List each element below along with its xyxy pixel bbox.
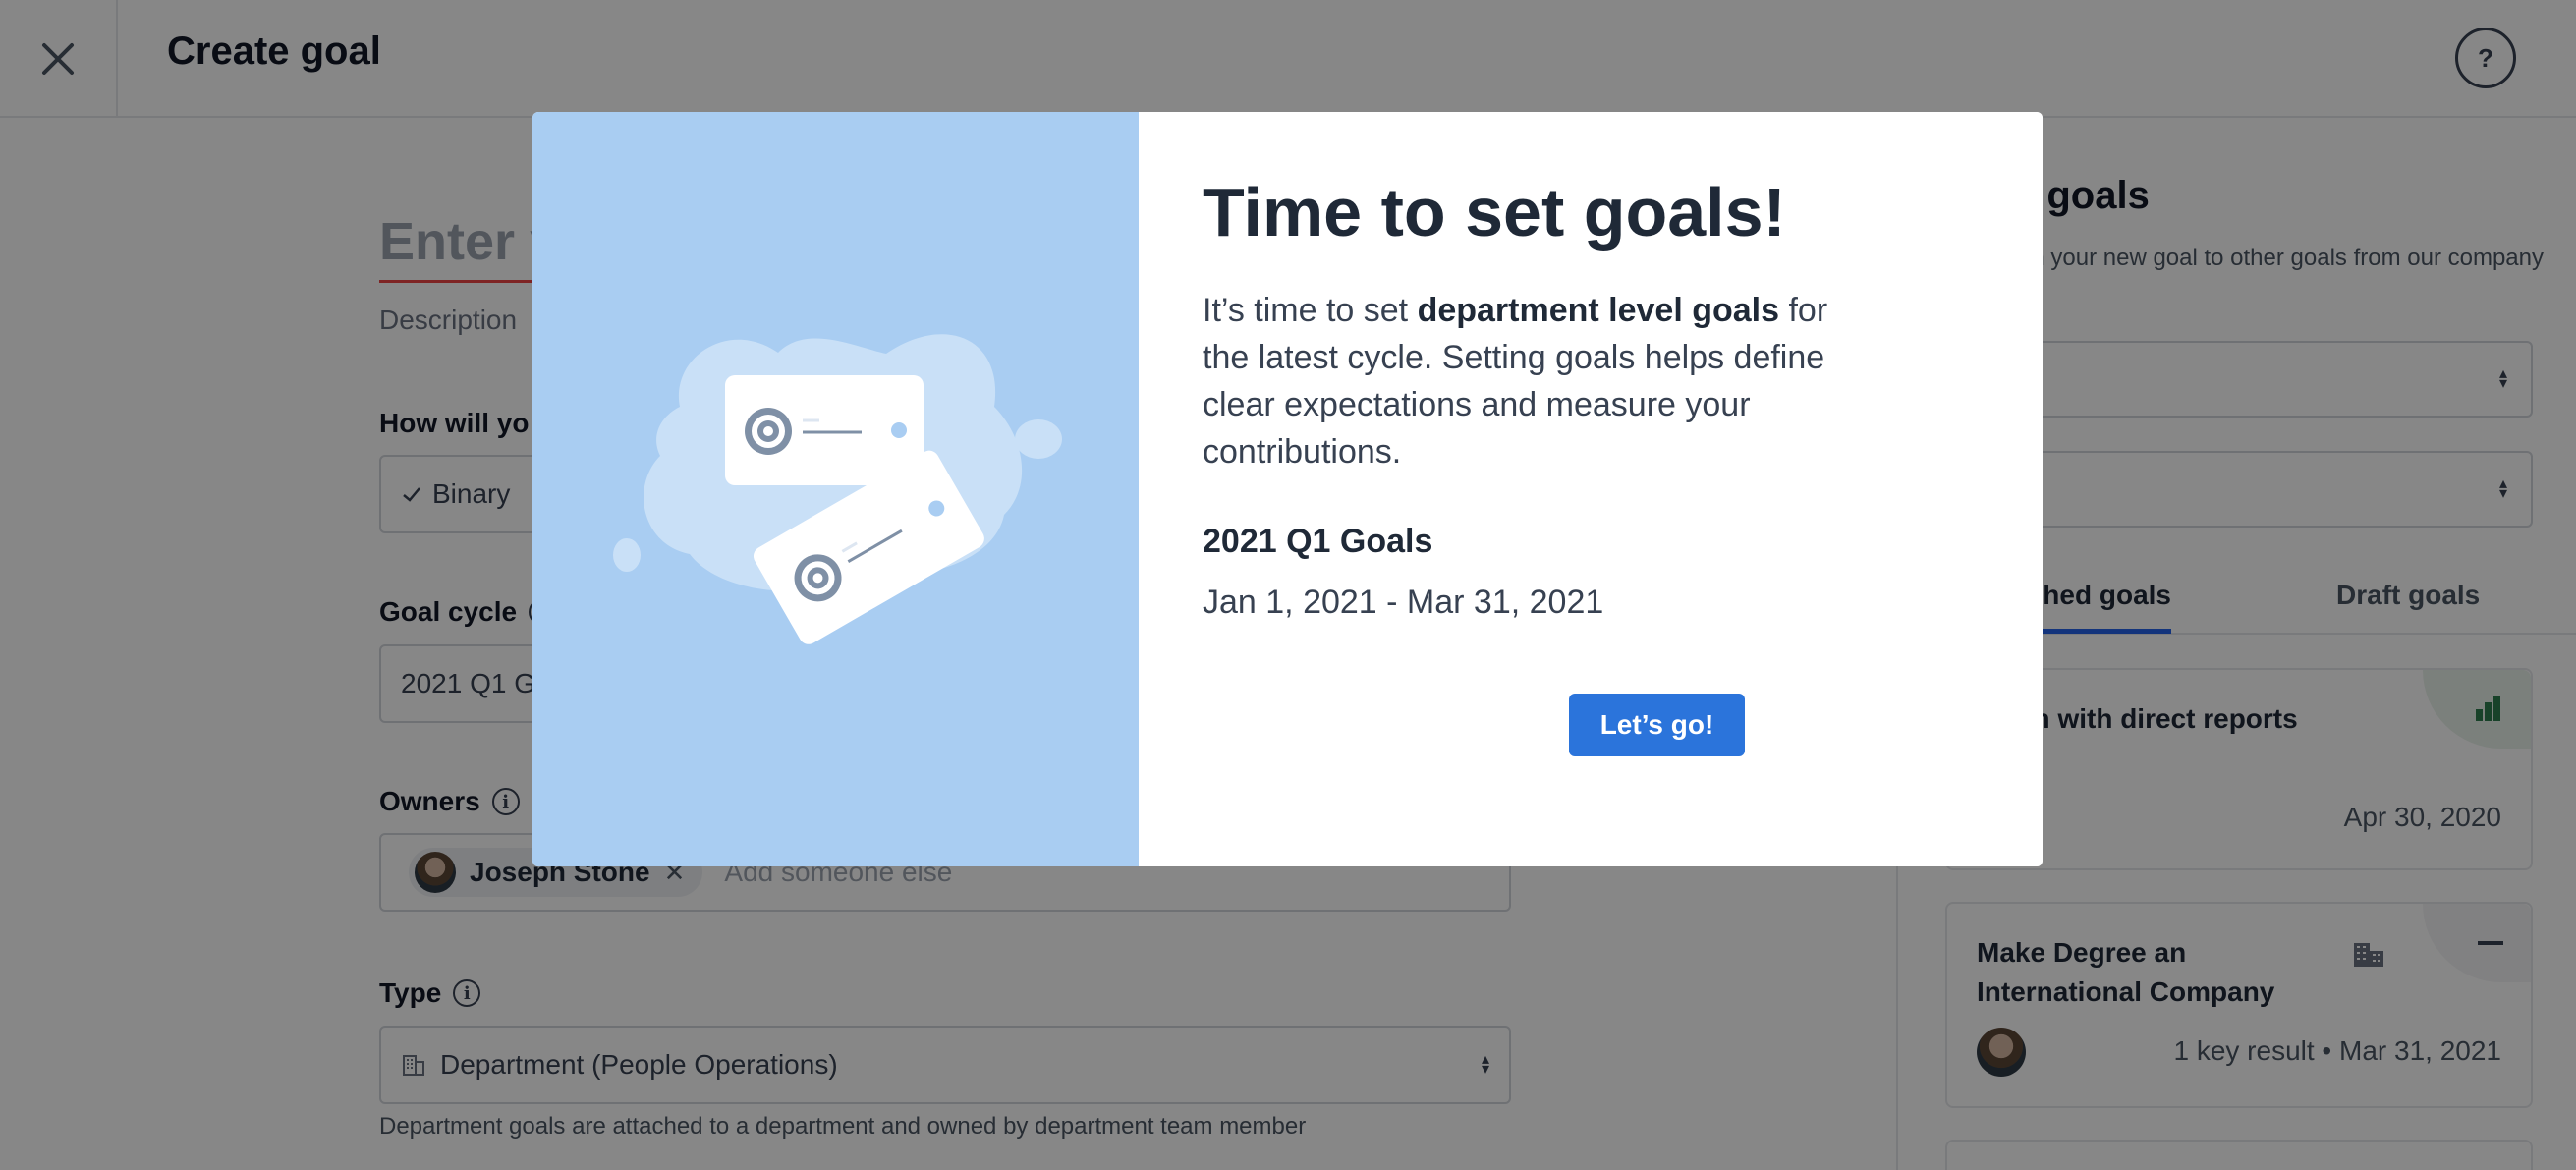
- modal-content-panel: Time to set goals! It’s time to set depa…: [1139, 112, 2043, 866]
- lets-go-button[interactable]: Let’s go!: [1569, 694, 1745, 756]
- modal-body-emphasis: department level goals: [1417, 292, 1780, 329]
- cycle-name: 2021 Q1 Goals: [1203, 523, 1433, 560]
- modal-title: Time to set goals!: [1203, 174, 1786, 251]
- cycle-dates: Jan 1, 2021 - Mar 31, 2021: [1203, 584, 1604, 621]
- goals-intro-modal: Time to set goals! It’s time to set depa…: [532, 112, 2043, 866]
- modal-body-intro: It’s time to set: [1203, 292, 1418, 329]
- modal-illustration-panel: [532, 112, 1139, 866]
- modal-body: It’s time to set department level goals …: [1203, 287, 1841, 475]
- target-tag-illustration: [613, 334, 1062, 644]
